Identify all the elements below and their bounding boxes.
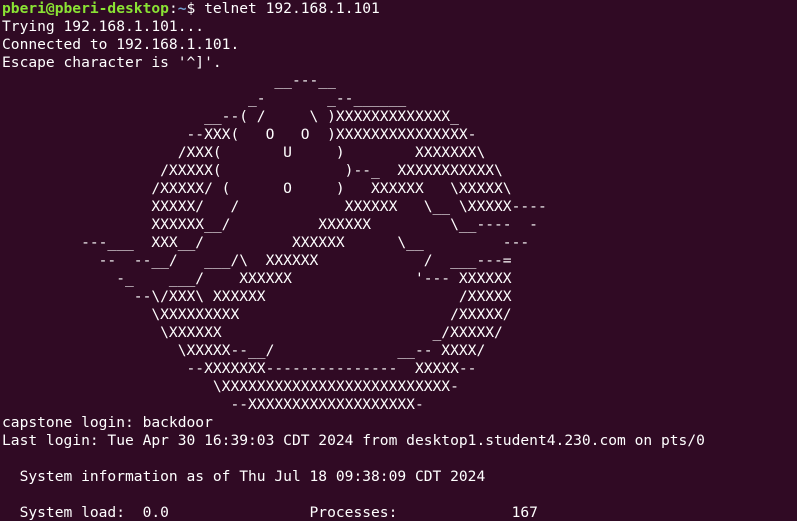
output-line: Trying 192.168.1.101... <box>2 18 205 35</box>
banner-line: /XXXXX( )--_ XXXXXXXXXXX\ <box>2 162 503 179</box>
banner-line: ---___ XXX__/ XXXXXX \__ --- <box>2 234 530 251</box>
banner-line: --\/XXX\ XXXXXX /XXXXX <box>2 288 512 305</box>
system-load-line: System load: 0.0 Processes: 167 <box>2 504 538 521</box>
output-line: Connected to 192.168.1.101. <box>2 36 240 53</box>
prompt-command: telnet 192.168.1.101 <box>204 0 380 17</box>
terminal-window[interactable]: pberi@pberi-desktop:~$ telnet 192.168.1.… <box>0 0 797 521</box>
ascii-banner: __---__ _- _--______ __--( / \ )XXXXXXXX… <box>2 72 797 414</box>
banner-line: /XXX( U ) XXXXXXX\ <box>2 144 486 161</box>
banner-line: -_ ___/ XXXXXX '--- XXXXXX <box>2 270 512 287</box>
login-line: capstone login: backdoor <box>2 414 213 431</box>
banner-line: \XXXXXXXXX /XXXXX/ <box>2 306 512 323</box>
banner-line: -- --__/ ___/\ XXXXXX / ___---= <box>2 252 512 269</box>
banner-line: \XXXXXXXXXXXXXXXXXXXXXXXXXX- <box>2 378 459 395</box>
prompt-line: pberi@pberi-desktop:~$ telnet 192.168.1.… <box>2 0 797 18</box>
banner-line: XXXXX/ / XXXXXX \__ \XXXXX---- <box>2 198 547 215</box>
prompt-symbol: $ <box>186 0 205 17</box>
banner-line: --XXXXXXXXXXXXXXXXXXX- <box>2 396 424 413</box>
banner-line: --XXX( O O )XXXXXXXXXXXXXXX- <box>2 126 477 143</box>
system-info-header: System information as of Thu Jul 18 09:3… <box>2 468 486 485</box>
banner-line: __--( / \ )XXXXXXXXXXXXX_ <box>2 108 459 125</box>
banner-line: __---__ <box>2 72 336 89</box>
banner-line: --XXXXXXX--------------- XXXXX-- <box>2 360 477 377</box>
output-line: Escape character is '^]'. <box>2 54 222 71</box>
banner-line: XXXXXX__/ XXXXXX \__---- - <box>2 216 538 233</box>
banner-line: _- _--______ <box>2 90 407 107</box>
prompt-path: ~ <box>177 0 187 17</box>
banner-line: \XXXXXX _/XXXXX/ <box>2 324 503 341</box>
banner-line: \XXXXX--__/ __-- XXXX/ <box>2 342 486 359</box>
banner-line: /XXXXX/ ( O ) XXXXXX \XXXXX\ <box>2 180 512 197</box>
last-login-line: Last login: Tue Apr 30 16:39:03 CDT 2024… <box>2 432 705 449</box>
prompt-separator: : <box>168 0 178 17</box>
prompt-user-host: pberi@pberi-desktop <box>2 0 169 17</box>
